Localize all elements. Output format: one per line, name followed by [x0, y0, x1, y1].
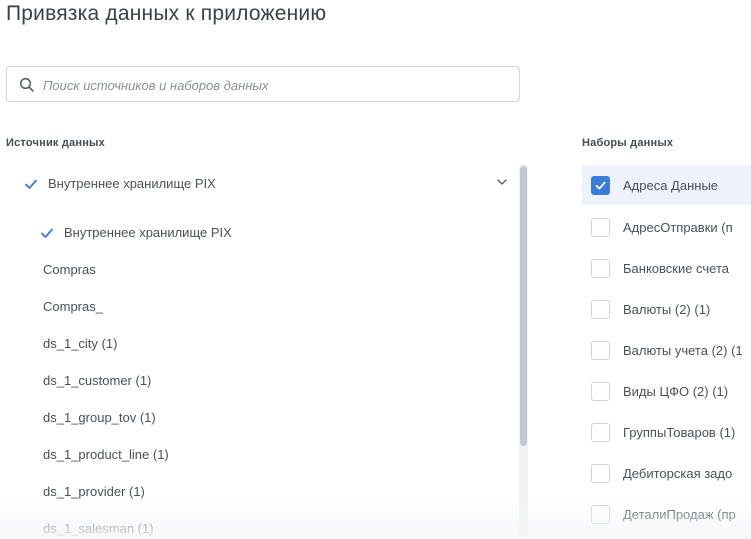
dataset-label: ГруппыТоваров (1)	[623, 424, 736, 440]
source-scrollbar-thumb[interactable]	[520, 166, 527, 446]
datasets-label: Наборы данных	[582, 137, 674, 149]
check-icon	[41, 228, 53, 238]
dataset-item[interactable]: Банковские счета	[582, 248, 751, 288]
search-input[interactable]	[43, 73, 503, 97]
dataset-list: Адреса Данные АдресОтправки (п Банковски…	[582, 164, 751, 539]
source-item[interactable]: ds_1_provider (1)	[43, 473, 145, 510]
source-item-label: ds_1_group_tov (1)	[43, 410, 156, 425]
source-item-label: Compras	[43, 262, 96, 277]
dataset-checkbox[interactable]	[591, 504, 610, 524]
source-item[interactable]: ds_1_city (1)	[43, 325, 117, 362]
dataset-item[interactable]: ГруппыТоваров (1)	[582, 412, 751, 452]
source-item[interactable]: ds_1_group_tov (1)	[43, 399, 156, 436]
dataset-label: Валюты учета (2) (1	[623, 342, 743, 358]
source-item-label: ds_1_customer (1)	[43, 373, 152, 388]
search-icon	[19, 77, 35, 93]
page-title: Привязка данных к приложению	[6, 2, 327, 25]
source-group-label: Внутреннее хранилище PIX	[48, 176, 216, 191]
dataset-label: Адреса Данные	[623, 177, 719, 193]
dataset-item[interactable]: Адреса Данные	[582, 165, 751, 205]
dataset-item[interactable]: Валюты (2) (1)	[582, 289, 751, 329]
source-item-label: ds_1_product_line (1)	[43, 447, 169, 462]
source-item-label: Внутреннее хранилище PIX	[64, 225, 232, 240]
dataset-checkbox[interactable]	[591, 258, 610, 278]
check-icon	[595, 181, 606, 190]
dataset-item[interactable]: Дебиторская задо	[582, 453, 751, 493]
dataset-item[interactable]: Валюты учета (2) (1	[582, 330, 751, 370]
dataset-item[interactable]: АдресОтправки (п	[582, 207, 751, 247]
sources-label: Источник данных	[6, 137, 105, 149]
source-item[interactable]: ds_1_salesman (1)	[43, 510, 154, 539]
search-field[interactable]	[6, 66, 520, 102]
dataset-checkbox[interactable]	[591, 340, 610, 360]
dataset-checkbox[interactable]	[591, 422, 610, 442]
source-item[interactable]: Compras_	[43, 288, 103, 325]
dataset-label: Дебиторская задо	[623, 465, 733, 481]
source-item[interactable]: Compras	[43, 251, 96, 288]
dataset-checkbox[interactable]	[591, 217, 610, 237]
dataset-label: ДеталиПродаж (пр	[623, 506, 736, 522]
source-item[interactable]: Внутреннее хранилище PIX	[40, 214, 232, 251]
dataset-checkbox[interactable]	[591, 381, 610, 401]
dataset-label: Виды ЦФО (2) (1)	[623, 383, 729, 399]
source-group-selector[interactable]: Внутреннее хранилище PIX	[24, 165, 216, 202]
source-item[interactable]: ds_1_product_line (1)	[43, 436, 169, 473]
dataset-label: Валюты (2) (1)	[623, 301, 711, 317]
source-item-label: Compras_	[43, 299, 103, 314]
source-item-label: ds_1_city (1)	[43, 336, 118, 351]
dataset-checkbox[interactable]	[591, 175, 610, 195]
dataset-label: АдресОтправки (п	[623, 219, 733, 235]
dataset-label: Банковские счета	[623, 260, 730, 276]
dataset-item[interactable]: ДеталиПродаж (пр	[582, 494, 751, 534]
dataset-checkbox[interactable]	[591, 463, 610, 483]
source-item-label: ds_1_provider (1)	[43, 484, 145, 499]
dataset-item[interactable]: Виды ЦФО (2) (1)	[582, 371, 751, 411]
source-item-label: ds_1_salesman (1)	[43, 521, 154, 536]
check-icon	[25, 179, 37, 189]
source-item[interactable]: ds_1_customer (1)	[43, 362, 151, 399]
chevron-down-icon[interactable]	[496, 176, 508, 188]
dataset-checkbox[interactable]	[591, 299, 610, 319]
